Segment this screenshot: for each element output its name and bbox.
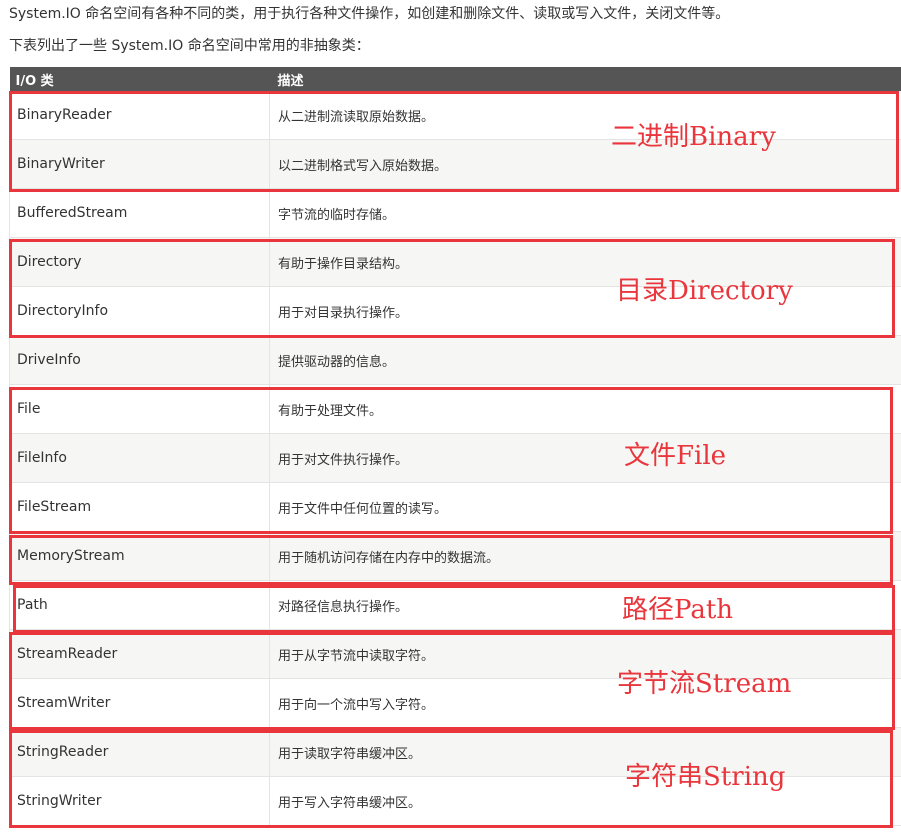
class-name-cell: StringReader	[9, 727, 270, 777]
header-io-class: I/O 类	[9, 67, 270, 91]
description-cell: 提供驱动器的信息。	[269, 335, 901, 385]
description-cell: 用于向一个流中写入字符。	[269, 678, 901, 728]
table-body: BinaryReader 从二进制流读取原始数据。 BinaryWriter 以二进…	[9, 91, 901, 826]
annotation-file: 文件File	[624, 441, 727, 471]
class-name-cell: File	[9, 384, 270, 434]
class-name-cell: DirectoryInfo	[9, 286, 270, 336]
class-name-cell: StringWriter	[9, 776, 270, 826]
io-classes-table: I/O 类 描述 BinaryReader 从二进制流读取原始数据。 Binary…	[9, 67, 901, 826]
class-name-cell: MemoryStream	[9, 531, 270, 581]
description-cell: 对路径信息执行操作。	[269, 580, 901, 630]
table-row: File 有助于处理文件。	[9, 384, 901, 434]
table-row: FileStream 用于文件中任何位置的读写。	[9, 482, 901, 532]
annotation-string: 字符串String	[625, 762, 786, 792]
description-cell: 字节流的临时存储。	[269, 188, 901, 238]
annotation-binary: 二进制Binary	[611, 122, 776, 152]
class-name-cell: FileStream	[9, 482, 270, 532]
description-cell: 从二进制流读取原始数据。	[269, 91, 901, 140]
table-row: DriveInfo 提供驱动器的信息。	[9, 335, 901, 385]
table-header: I/O 类 描述	[9, 67, 901, 91]
table-row: MemoryStream 用于随机访问存储在内存中的数据流。	[9, 531, 901, 581]
description-cell: 用于对目录执行操作。	[269, 286, 901, 336]
description-cell: 用于写入字符串缓冲区。	[269, 776, 901, 826]
table-row: Path 对路径信息执行操作。	[9, 580, 901, 630]
description-cell: 用于文件中任何位置的读写。	[269, 482, 901, 532]
description-cell: 有助于处理文件。	[269, 384, 901, 434]
class-name-cell: Directory	[9, 237, 270, 287]
class-name-cell: BinaryReader	[9, 91, 270, 140]
class-name-cell: FileInfo	[9, 433, 270, 483]
class-name-cell: BufferedStream	[9, 188, 270, 238]
description-cell: 有助于操作目录结构。	[269, 237, 901, 287]
class-name-cell: StreamWriter	[9, 678, 270, 728]
header-description: 描述	[269, 67, 901, 91]
class-name-cell: Path	[9, 580, 270, 630]
table-row: FileInfo 用于对文件执行操作。	[9, 433, 901, 483]
description-cell: 以二进制格式写入原始数据。	[269, 139, 901, 189]
table-row: BufferedStream 字节流的临时存储。	[9, 188, 901, 238]
annotation-stream: 字节流Stream	[617, 669, 792, 699]
class-name-cell: BinaryWriter	[9, 139, 270, 189]
description-cell: 用于读取字符串缓冲区。	[269, 727, 901, 777]
description-cell: 用于随机访问存储在内存中的数据流。	[269, 531, 901, 581]
description-cell: 用于从字节流中读取字符。	[269, 629, 901, 679]
class-name-cell: DriveInfo	[9, 335, 270, 385]
annotation-path: 路径Path	[622, 595, 734, 625]
intro-text-line-1: System.IO 命名空间有各种不同的类，用于执行各种文件操作，如创建和删除文…	[9, 6, 730, 22]
class-name-cell: StreamReader	[9, 629, 270, 679]
description-cell: 用于对文件执行操作。	[269, 433, 901, 483]
intro-text-line-2: 下表列出了一些 System.IO 命名空间中常用的非抽象类：	[9, 38, 370, 54]
annotation-directory: 目录Directory	[616, 276, 793, 306]
table-header-row: I/O 类 描述	[9, 67, 901, 91]
